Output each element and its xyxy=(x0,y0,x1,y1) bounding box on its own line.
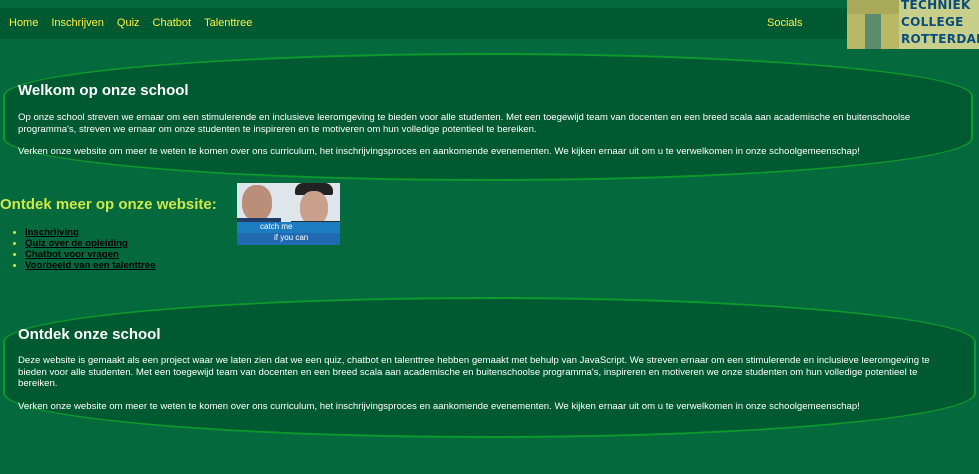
logo-line: COLLEGE xyxy=(901,15,964,29)
face-shape xyxy=(242,185,272,221)
face-shape xyxy=(300,191,328,225)
list-item: Quiz over de opleiding xyxy=(25,238,155,249)
discover-paragraph: Deze website is gemaakt als een project … xyxy=(18,355,930,389)
logo-line: ROTTERDAM xyxy=(901,32,979,46)
welcome-paragraph: Op onze school streven we ernaar om een … xyxy=(18,112,911,135)
movie-poster-image: catch me if you can xyxy=(237,183,340,245)
explore-link-list: Inschrijving Quiz over de opleiding Chat… xyxy=(12,227,155,271)
socials-link[interactable]: Socials xyxy=(767,17,802,29)
list-item: Chatbot voor vragen xyxy=(25,249,155,260)
talenttree-link[interactable]: Voorbeeld van een talenttree xyxy=(25,260,155,271)
nav-inschrijven-link[interactable]: Inschrijven xyxy=(51,17,104,29)
nav-links: Home Inschrijven Quiz Chatbot Talenttree xyxy=(9,17,265,29)
logo-line: TECHNIEK xyxy=(901,0,971,12)
welcome-section: Welkom op onze school Op onze school str… xyxy=(3,53,973,181)
logo-shape xyxy=(847,14,865,49)
welcome-title: Welkom op onze school xyxy=(18,82,189,99)
list-item: Voorbeeld van een talenttree xyxy=(25,260,155,271)
explore-title: Ontdek meer op onze website: xyxy=(0,196,217,213)
nav-quiz-link[interactable]: Quiz xyxy=(117,17,140,29)
nav-talenttree-link[interactable]: Talenttree xyxy=(204,17,252,29)
chatbot-link[interactable]: Chatbot voor vragen xyxy=(25,249,119,260)
discover-section: Ontdek onze school Deze website is gemaa… xyxy=(3,297,976,438)
logo-shape xyxy=(847,0,899,14)
discover-paragraph: Verken onze website om meer te weten te … xyxy=(18,401,860,412)
list-item: Inschrijving xyxy=(25,227,155,238)
nav-home-link[interactable]: Home xyxy=(9,17,38,29)
nav-chatbot-link[interactable]: Chatbot xyxy=(153,17,192,29)
welcome-paragraph: Verken onze website om meer te weten te … xyxy=(18,146,860,157)
school-logo[interactable]: TECHNIEK COLLEGE ROTTERDAM xyxy=(847,0,979,49)
logo-text: TECHNIEK COLLEGE ROTTERDAM xyxy=(901,0,979,48)
inschrijving-link[interactable]: Inschrijving xyxy=(25,227,79,238)
discover-title: Ontdek onze school xyxy=(18,326,161,343)
logo-shape xyxy=(881,14,899,49)
top-navbar: Home Inschrijven Quiz Chatbot Talenttree… xyxy=(0,8,979,39)
quiz-link[interactable]: Quiz over de opleiding xyxy=(25,238,128,249)
poster-text: catch me xyxy=(260,222,293,231)
poster-text: if you can xyxy=(274,233,309,242)
